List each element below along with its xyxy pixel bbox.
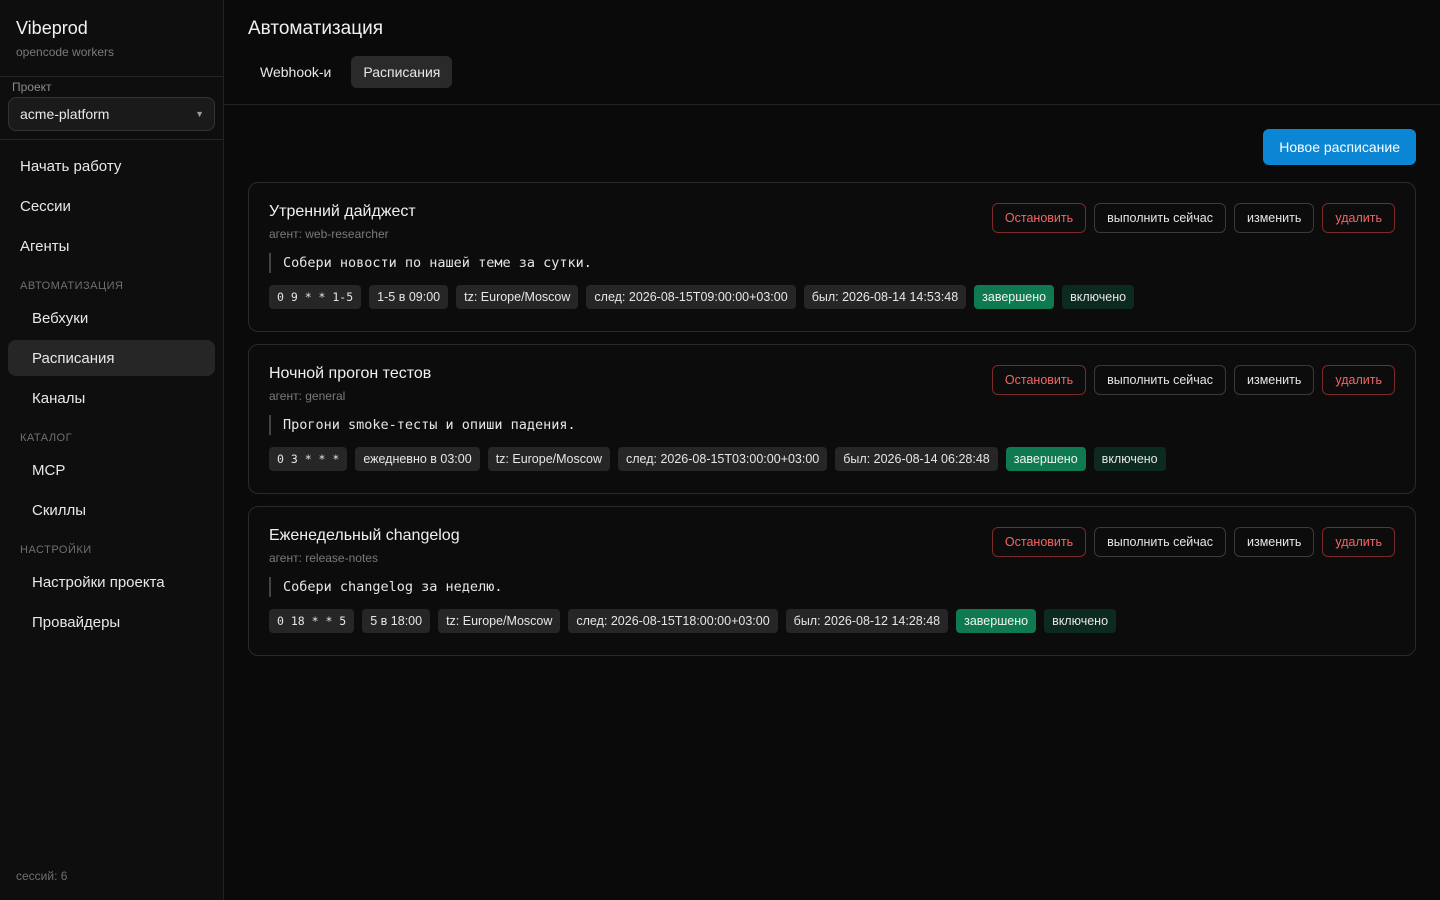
delete-button[interactable]: удалить (1322, 365, 1395, 395)
timezone-chip: tz: Europe/Moscow (456, 285, 579, 309)
timezone-chip: tz: Europe/Moscow (487, 447, 610, 471)
sidebar-nav: Начать работу Сессии Агенты АВТОМАТИЗАЦИ… (0, 140, 223, 640)
stop-button[interactable]: Остановить (991, 527, 1087, 557)
edit-button[interactable]: изменить (1234, 527, 1315, 557)
cron-chip: 0 9 * * 1-5 (269, 285, 362, 309)
human-schedule-chip: 5 в 18:00 (362, 609, 431, 633)
toolbar: Новое расписание (248, 129, 1416, 165)
run-now-button[interactable]: выполнить сейчас (1094, 203, 1226, 233)
cron-chip: 0 3 * * * (269, 447, 348, 471)
sidebar-item-providers[interactable]: Провайдеры (8, 604, 215, 640)
schedule-card: Еженедельный changelog агент: release-no… (248, 506, 1416, 656)
sidebar-item-start[interactable]: Начать работу (8, 148, 215, 184)
brand: Vibeprod opencode workers (0, 0, 223, 77)
last-run-chip: был: 2026-08-14 14:53:48 (803, 285, 967, 309)
schedule-actions: Остановить выполнить сейчас изменить уда… (991, 365, 1395, 395)
tab-schedules[interactable]: Расписания (351, 56, 453, 88)
chevron-down-icon: ▼ (195, 109, 204, 119)
schedule-prompt: Собери changelog за неделю. (269, 577, 1395, 597)
last-run-chip: был: 2026-08-12 14:28:48 (785, 609, 949, 633)
timezone-chip: tz: Europe/Moscow (438, 609, 561, 633)
sidebar-item-skills[interactable]: Скиллы (8, 492, 215, 528)
sidebar-item-mcp[interactable]: MCP (8, 452, 215, 488)
enabled-badge: включено (1062, 285, 1135, 309)
stop-button[interactable]: Остановить (991, 365, 1087, 395)
sidebar-section-settings: НАСТРОЙКИ (20, 544, 92, 556)
enabled-badge: включено (1093, 447, 1166, 471)
edit-button[interactable]: изменить (1234, 365, 1315, 395)
page-title: Автоматизация (248, 18, 383, 39)
tab-webhooks[interactable]: Webhook-и (248, 56, 343, 88)
sidebar-section-catalog: КАТАЛОГ (20, 432, 73, 444)
project-select[interactable]: acme-platform ▼ (8, 97, 215, 131)
brand-title: Vibeprod (16, 18, 88, 38)
next-run-chip: след: 2026-08-15T09:00:00+03:00 (586, 285, 796, 309)
next-run-chip: след: 2026-08-15T18:00:00+03:00 (568, 609, 778, 633)
sidebar-item-schedules[interactable]: Расписания (8, 340, 215, 376)
new-schedule-button[interactable]: Новое расписание (1263, 129, 1416, 165)
cron-chip: 0 18 * * 5 (269, 609, 355, 633)
schedule-card: Ночной прогон тестов агент: general Прог… (248, 344, 1416, 494)
human-schedule-chip: ежедневно в 03:00 (355, 447, 480, 471)
main-header: Автоматизация Webhook-и Расписания (224, 0, 1440, 105)
status-badge: завершено (974, 285, 1055, 309)
schedule-actions: Остановить выполнить сейчас изменить уда… (991, 203, 1395, 233)
schedule-card: Утренний дайджест агент: web-researcher … (248, 182, 1416, 332)
delete-button[interactable]: удалить (1322, 203, 1395, 233)
schedule-actions: Остановить выполнить сейчас изменить уда… (991, 527, 1395, 557)
project-label: Проект (12, 80, 52, 94)
sidebar-item-webhooks[interactable]: Вебхуки (8, 300, 215, 336)
app-root: Vibeprod opencode workers Проект acme-pl… (0, 0, 1440, 900)
next-run-chip: след: 2026-08-15T03:00:00+03:00 (617, 447, 828, 471)
sidebar: Vibeprod opencode workers Проект acme-pl… (0, 0, 224, 900)
project-select-value: acme-platform (20, 106, 110, 122)
sessions-count: сессий: 6 (16, 869, 68, 883)
schedule-chips: 0 18 * * 5 5 в 18:00 tz: Europe/Moscow с… (269, 609, 1395, 633)
stop-button[interactable]: Остановить (991, 203, 1087, 233)
human-schedule-chip: 1-5 в 09:00 (369, 285, 449, 309)
status-badge: завершено (1005, 447, 1086, 471)
run-now-button[interactable]: выполнить сейчас (1094, 365, 1226, 395)
tabs: Webhook-и Расписания (248, 56, 1416, 88)
main-area: Автоматизация Webhook-и Расписания Новое… (224, 0, 1440, 900)
run-now-button[interactable]: выполнить сейчас (1094, 527, 1226, 557)
sidebar-item-agents[interactable]: Агенты (8, 228, 215, 264)
delete-button[interactable]: удалить (1322, 527, 1395, 557)
schedule-chips: 0 9 * * 1-5 1-5 в 09:00 tz: Europe/Mosco… (269, 285, 1395, 309)
schedule-prompt: Прогони smoke-тесты и опиши падения. (269, 415, 1395, 435)
sidebar-item-sessions[interactable]: Сессии (8, 188, 215, 224)
sidebar-item-project-settings[interactable]: Настройки проекта (8, 564, 215, 600)
sidebar-item-channels[interactable]: Каналы (8, 380, 215, 416)
schedules-content: Новое расписание Утренний дайджест агент… (224, 105, 1440, 656)
schedule-prompt: Собери новости по нашей теме за сутки. (269, 253, 1395, 273)
last-run-chip: был: 2026-08-14 06:28:48 (835, 447, 998, 471)
brand-subtitle: opencode workers (16, 45, 115, 59)
enabled-badge: включено (1044, 609, 1117, 633)
schedule-chips: 0 3 * * * ежедневно в 03:00 tz: Europe/M… (269, 447, 1395, 471)
sidebar-section-automation: АВТОМАТИЗАЦИЯ (20, 280, 124, 292)
edit-button[interactable]: изменить (1234, 203, 1315, 233)
status-badge: завершено (956, 609, 1037, 633)
